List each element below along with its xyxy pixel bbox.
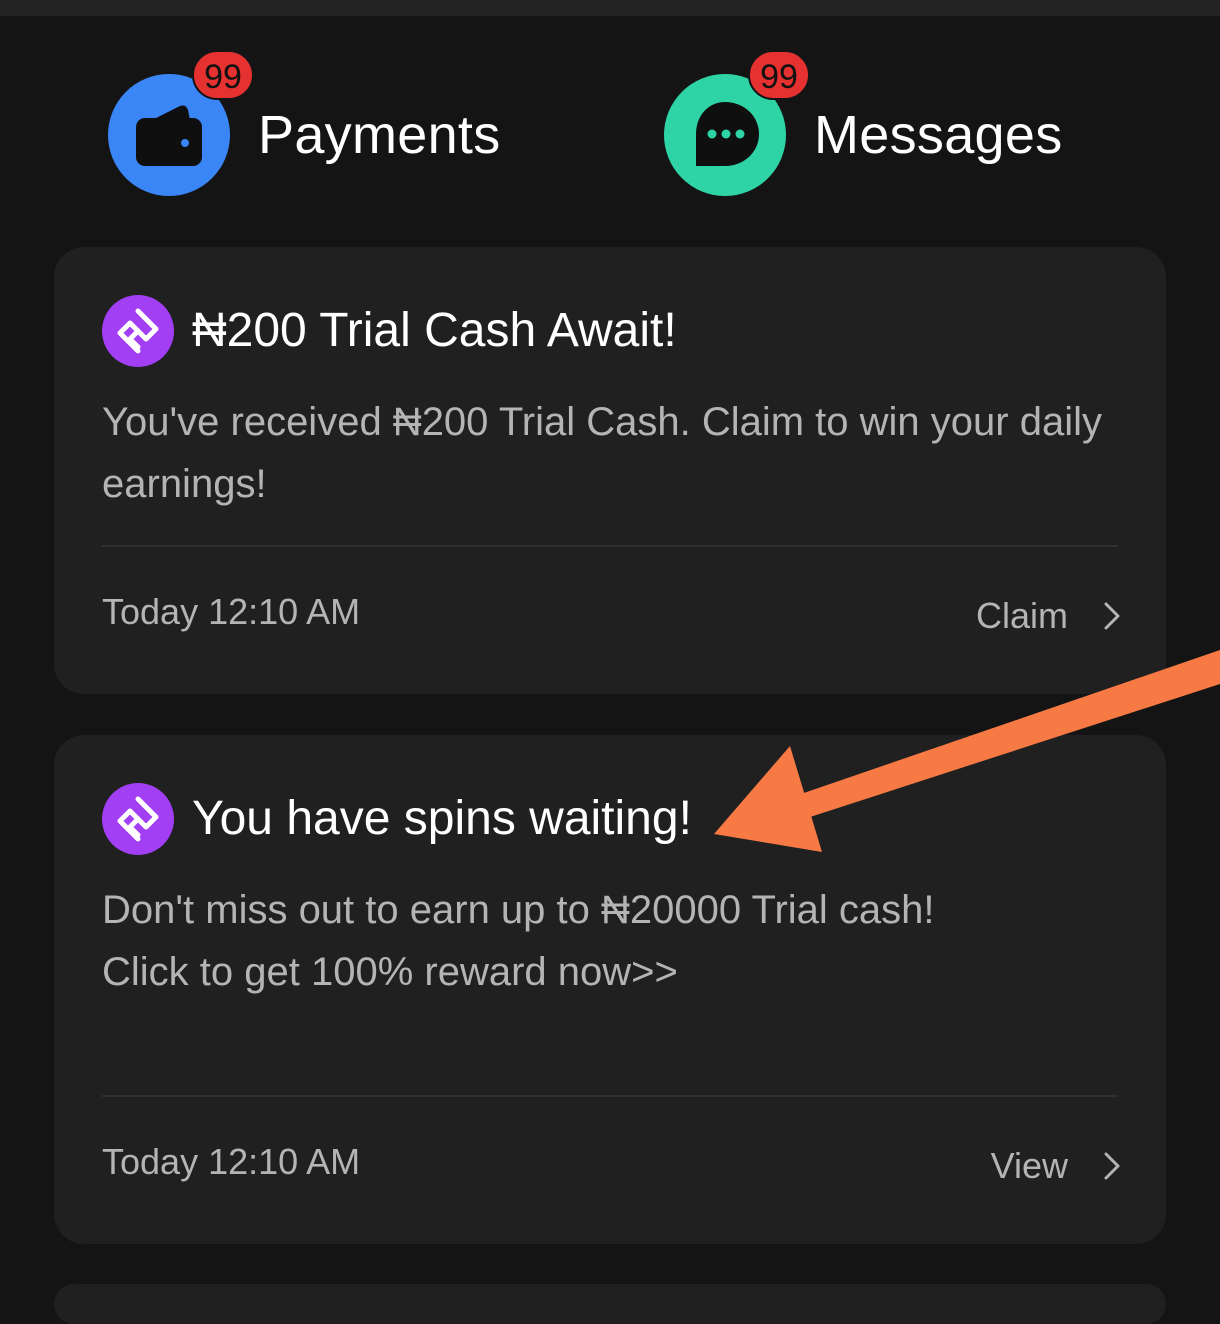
divider	[102, 545, 1118, 547]
notification-time: Today 12:10 AM	[102, 591, 361, 632]
notification-title: You have spins waiting!	[192, 792, 692, 845]
claim-label: Claim	[975, 595, 1068, 636]
notification-card-partial[interactable]	[54, 1284, 1166, 1324]
notification-card-spins[interactable]: You have spins waiting! Don't miss out t…	[54, 735, 1166, 1244]
notification-time: Today 12:10 AM	[102, 1141, 361, 1182]
divider	[102, 1095, 1118, 1097]
notification-header: ₦200 Trial Cash Await!	[102, 295, 677, 367]
view-label: View	[990, 1145, 1068, 1186]
notification-body: You've received ₦200 Trial Cash. Claim t…	[102, 400, 1102, 506]
payments-shortcut[interactable]: 99 Payments	[108, 50, 501, 200]
chevron-right-icon	[1104, 602, 1120, 630]
messages-count-badge: 99	[748, 50, 810, 100]
payments-label[interactable]: Payments	[258, 104, 501, 166]
messages-label[interactable]: Messages	[814, 104, 1063, 166]
app-logo-icon	[102, 783, 174, 855]
top-bar	[0, 0, 1220, 16]
payments-count-badge: 99	[192, 50, 254, 100]
notification-body-line[interactable]: Click to get 100% reward now>>	[102, 941, 1112, 1003]
messages-icon-button[interactable]: 99	[664, 50, 810, 196]
chevron-right-icon	[1104, 1152, 1120, 1180]
notification-header: You have spins waiting!	[102, 783, 692, 855]
notification-body-line: Don't miss out to earn up to ₦20000 Tria…	[102, 888, 935, 932]
messages-shortcut[interactable]: 99 Messages	[664, 50, 1063, 200]
notification-body: Don't miss out to earn up to ₦20000 Tria…	[102, 879, 1112, 1003]
notification-card-trial-cash[interactable]: ₦200 Trial Cash Await! You've received ₦…	[54, 247, 1166, 694]
view-button[interactable]: View	[991, 1145, 1122, 1187]
notification-title: ₦200 Trial Cash Await!	[192, 304, 677, 357]
app-logo-icon	[102, 295, 174, 367]
payments-icon-button[interactable]: 99	[108, 50, 254, 196]
claim-button[interactable]: Claim	[976, 595, 1122, 637]
